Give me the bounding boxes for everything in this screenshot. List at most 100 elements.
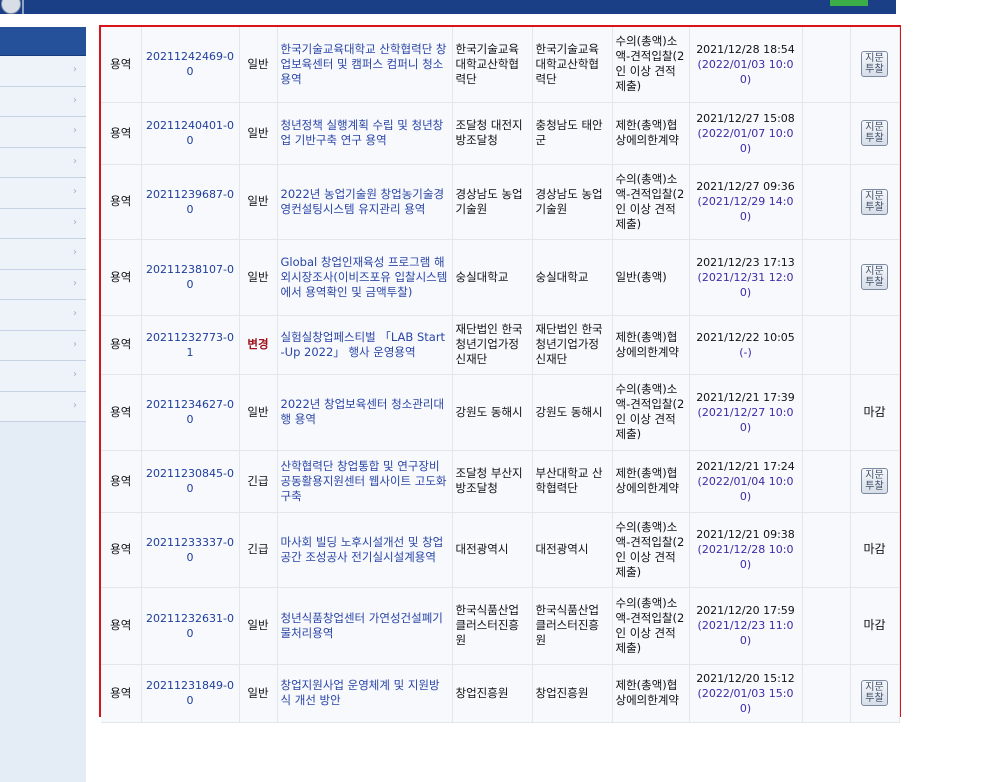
sidebar-menu-item[interactable]: › xyxy=(0,208,86,239)
bid-type-cell: 용역 xyxy=(101,374,142,451)
bid-name-link[interactable]: 2022년 창업보육센터 청소관리대행 용역 xyxy=(277,374,453,451)
bid-number-link[interactable]: 20211231849-00 xyxy=(141,664,240,723)
bid-name-link[interactable]: 마사회 빌딩 노후시설개선 및 창업공간 조성공사 전기실시설계용역 xyxy=(277,512,453,588)
date-cell: 2021/12/27 09:36 (2021/12/29 14:00) xyxy=(689,164,803,240)
date-cell: 2021/12/21 17:39 (2021/12/27 10:00) xyxy=(689,374,803,451)
sidebar-menu-item[interactable]: › xyxy=(0,361,86,392)
home-icon[interactable] xyxy=(1,0,21,14)
contract-method-cell: 제한(총액)협상에의한계약 xyxy=(612,664,690,723)
sidebar-empty-area xyxy=(0,422,86,782)
bid-number-link[interactable]: 20211233337-00 xyxy=(141,512,240,588)
bid-type-cell: 용역 xyxy=(101,664,142,723)
bid-name-link[interactable]: Global 창업인재육성 프로그램 해외시장조사(이비즈포유 입찰시스템에서 … xyxy=(277,239,453,316)
action-cell: 지문 투찰 xyxy=(850,239,900,316)
bid-kind-cell: 일반 xyxy=(239,239,278,316)
date-cell: 2021/12/22 10:05 (-) xyxy=(689,315,803,375)
inquiry-bid-button[interactable]: 지문 투찰 xyxy=(861,680,888,706)
inquiry-bid-button[interactable]: 지문 투찰 xyxy=(861,468,888,494)
table-row: 용역 20211242469-00 일반 한국기술교육대학교 산학협력단 창업보육센터… xyxy=(101,27,900,103)
bid-name-link[interactable]: 창업지원사업 운영체계 및 지원방식 개선 방안 xyxy=(277,664,453,723)
sidebar-menu-item[interactable]: › xyxy=(0,239,86,270)
inquiry-bid-button[interactable]: 지문 투찰 xyxy=(861,264,888,290)
bid-number-link[interactable]: 20211242469-00 xyxy=(141,27,240,103)
posted-datetime: 2021/12/21 17:39 xyxy=(696,390,795,404)
bid-type-cell: 용역 xyxy=(101,450,142,513)
sidebar-menu-item[interactable]: › xyxy=(0,391,86,422)
bid-number-link[interactable]: 20211232631-00 xyxy=(141,587,240,665)
demand-agency-cell: 재단법인 한국청년기업가정신재단 xyxy=(532,315,613,375)
bid-kind-cell: 일반 xyxy=(239,664,278,723)
table-row: 용역 20211238107-00 일반 Global 창업인재육성 프로그램 해외시… xyxy=(101,239,900,316)
contract-method-cell: 제한(총액)협상에의한계약 xyxy=(612,450,690,513)
table-row: 용역 20211240401-00 일반 청년정책 실행계획 수립 및 청년창업 기반… xyxy=(101,102,900,165)
bid-number-link[interactable]: 20211232773-01 xyxy=(141,315,240,375)
table-row: 용역 20211232773-01 변경 실험실창업페스티벌 「LAB Start-U… xyxy=(101,315,900,375)
bid-type-cell: 용역 xyxy=(101,512,142,588)
sidebar-menu-item[interactable]: › xyxy=(0,86,86,117)
action-cell xyxy=(850,315,900,375)
bid-kind-cell: 긴급 xyxy=(239,512,278,588)
sidebar-menu-item[interactable]: › xyxy=(0,300,86,331)
bid-name-link[interactable]: 청년정책 실행계획 수립 및 청년창업 기반구축 연구 용역 xyxy=(277,102,453,165)
empty-cell xyxy=(802,315,851,375)
sidebar-menu-item[interactable]: › xyxy=(0,147,86,178)
deadline-datetime: (2021/12/31 12:00) xyxy=(697,270,794,299)
bid-number-link[interactable]: 20211230845-00 xyxy=(141,450,240,513)
agency-cell: 대전광역시 xyxy=(452,512,533,588)
demand-agency-cell: 충청남도 태안군 xyxy=(532,102,613,165)
sidebar-menu-item[interactable]: › xyxy=(0,178,86,209)
deadline-datetime: (2022/01/03 10:00) xyxy=(697,57,794,86)
agency-cell: 한국식품산업클러스터진흥원 xyxy=(452,587,533,665)
table-row: 용역 20211232631-00 일반 청년식품창업센터 가연성건설폐기물처리용역 한… xyxy=(101,587,900,665)
table-row: 용역 20211230845-00 긴급 산학협력단 창업통합 및 연구장비공동활용지… xyxy=(101,450,900,513)
bid-number-link[interactable]: 20211238107-00 xyxy=(141,239,240,316)
sidebar-menu-item[interactable]: › xyxy=(0,117,86,148)
deadline-datetime: (2022/01/03 15:00) xyxy=(697,686,794,715)
deadline-datetime: (2021/12/23 11:00) xyxy=(697,619,794,647)
action-cell: 지문 투찰 xyxy=(850,164,900,240)
closed-status: 마감 xyxy=(863,404,886,419)
bid-name-link[interactable]: 청년식품창업센터 가연성건설폐기물처리용역 xyxy=(277,587,453,665)
table-row: 용역 20211231849-00 일반 창업지원사업 운영체계 및 지원방식 개선 … xyxy=(101,664,900,723)
contract-method-cell: 제한(총액)협상에의한계약 xyxy=(612,102,690,165)
posted-datetime: 2021/12/23 17:13 xyxy=(696,255,795,269)
deadline-datetime: (2022/01/04 10:00) xyxy=(697,474,794,503)
action-cell: 지문 투찰 xyxy=(850,450,900,513)
bid-number-link[interactable]: 20211239687-00 xyxy=(141,164,240,240)
bid-name-link[interactable]: 한국기술교육대학교 산학협력단 창업보육센터 및 캠퍼스 컴퍼니 청소용역 xyxy=(277,27,453,103)
bid-list-panel: 용역 20211242469-00 일반 한국기술교육대학교 산학협력단 창업보육센터… xyxy=(99,25,901,723)
inquiry-bid-button[interactable]: 지문 투찰 xyxy=(861,188,888,215)
posted-datetime: 2021/12/21 17:24 xyxy=(696,459,795,473)
date-cell: 2021/12/20 17:59 (2021/12/23 11:00) xyxy=(689,587,803,665)
bid-number-link[interactable]: 20211240401-00 xyxy=(141,102,240,165)
bid-name-link[interactable]: 산학협력단 창업통합 및 연구장비공동활용지원센터 웹사이트 고도화 구축 xyxy=(277,450,453,513)
date-cell: 2021/12/28 18:54 (2022/01/03 10:00) xyxy=(689,27,803,103)
agency-cell: 창업진흥원 xyxy=(452,664,533,723)
bid-list-table: 용역 20211242469-00 일반 한국기술교육대학교 산학협력단 창업보육센터… xyxy=(101,27,900,723)
empty-cell xyxy=(802,664,851,723)
bid-name-link[interactable]: 실험실창업페스티벌 「LAB Start-Up 2022」 행사 운영용역 xyxy=(277,315,453,375)
date-cell: 2021/12/27 15:08 (2022/01/07 10:00) xyxy=(689,102,803,165)
deadline-datetime: (2022/01/07 10:00) xyxy=(697,126,794,155)
chevron-right-icon: › xyxy=(73,94,77,106)
posted-datetime: 2021/12/21 09:38 xyxy=(696,528,795,541)
inquiry-bid-button[interactable]: 지문 투찰 xyxy=(861,120,888,146)
action-cell: 마감 xyxy=(850,374,900,451)
empty-cell xyxy=(802,587,851,665)
sidebar-header xyxy=(0,27,86,56)
top-action-button[interactable] xyxy=(830,0,868,6)
posted-datetime: 2021/12/20 15:12 xyxy=(696,671,795,685)
agency-cell: 한국기술교육대학교산학협력단 xyxy=(452,27,533,103)
sidebar: › › › › › › › › › › › › xyxy=(0,27,86,782)
chevron-right-icon: › xyxy=(73,186,77,197)
posted-datetime: 2021/12/27 15:08 xyxy=(696,111,795,125)
sidebar-menu-item[interactable]: › xyxy=(0,56,86,87)
sidebar-menu-item[interactable]: › xyxy=(0,269,86,300)
bid-number-link[interactable]: 20211234627-00 xyxy=(141,374,240,451)
bid-name-link[interactable]: 2022년 농업기술원 창업농기술경영컨설팅시스템 유지관리 용역 xyxy=(277,164,453,240)
sidebar-menu-item[interactable]: › xyxy=(0,330,86,361)
inquiry-bid-button[interactable]: 지문 투찰 xyxy=(861,51,888,78)
chevron-right-icon: › xyxy=(73,155,77,167)
agency-cell: 조달청 대전지방조달청 xyxy=(452,102,533,165)
deadline-datetime: (2021/12/29 14:00) xyxy=(697,195,794,223)
